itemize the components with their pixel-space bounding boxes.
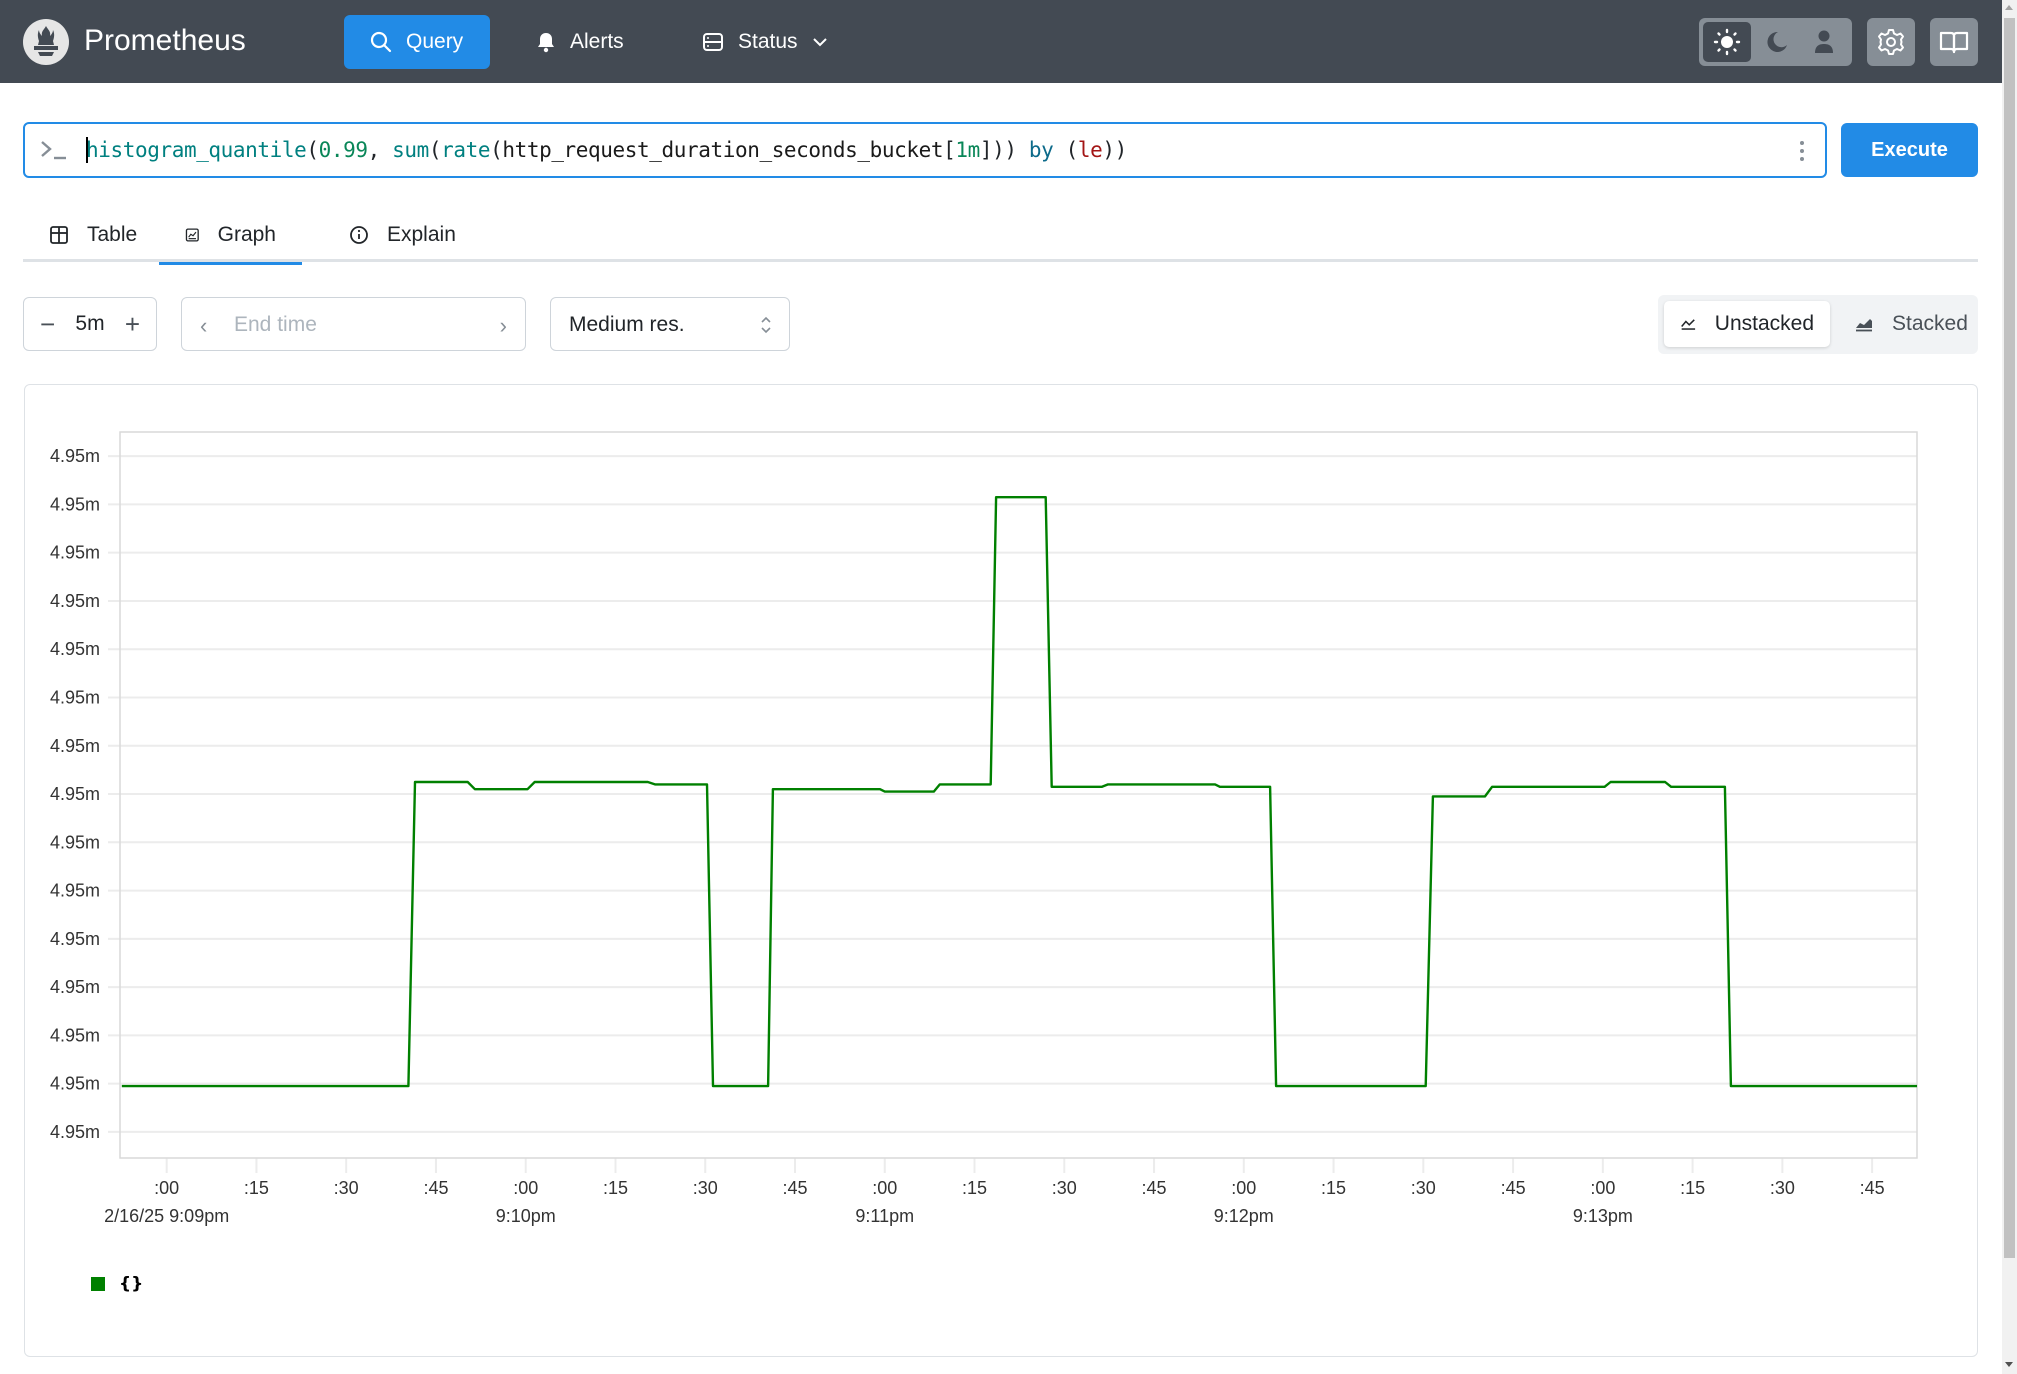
bell-icon (538, 33, 554, 53)
stacked-button[interactable]: Stacked (1838, 301, 1984, 347)
sun-icon (1713, 28, 1741, 56)
chevron-right-icon[interactable]: › (500, 313, 507, 339)
resolution-value: Medium res. (569, 313, 685, 336)
chevron-up-down-icon (761, 316, 771, 334)
chevron-left-icon[interactable]: ‹ (200, 313, 207, 339)
query-token-punc: ])) (979, 138, 1029, 162)
nav-alerts-label: Alerts (570, 30, 624, 53)
prometheus-logo-icon[interactable] (23, 19, 69, 65)
nav-status-label: Status (738, 30, 798, 53)
decrease-range-button[interactable]: − (40, 311, 55, 337)
query-token-punc: ( (306, 138, 319, 162)
nav-status[interactable]: Status (676, 15, 854, 69)
search-icon (370, 31, 392, 53)
gear-icon (1878, 29, 1904, 55)
documentation-button[interactable] (1930, 18, 1978, 66)
execute-button[interactable]: Execute (1841, 123, 1978, 177)
moon-icon (1767, 31, 1787, 52)
query-token-label: le (1077, 138, 1103, 162)
top-navbar: Prometheus Query Alerts Status (0, 0, 2002, 83)
scroll-up-arrow-icon[interactable] (2005, 5, 2013, 10)
query-token-punc: [ (943, 138, 956, 162)
tab-graph[interactable]: Graph (159, 208, 302, 265)
query-token-punc: ( (1053, 138, 1079, 162)
query-expression[interactable]: histogram_quantile(0.99, sum(rate(http_r… (86, 136, 1127, 164)
query-token-kw: by (1028, 138, 1054, 162)
query-input[interactable]: histogram_quantile(0.99, sum(rate(http_r… (23, 122, 1827, 178)
query-token-num: 0.99 (318, 138, 368, 162)
increase-range-button[interactable]: + (125, 311, 140, 337)
nav-alerts[interactable]: Alerts (510, 15, 650, 69)
theme-auto-button[interactable] (1800, 22, 1848, 62)
stacked-label: Stacked (1892, 312, 1968, 335)
chevron-down-icon (812, 38, 827, 47)
range-value[interactable]: 5m (75, 312, 104, 336)
query-token-fn: histogram_quantile (86, 138, 307, 162)
result-tabs: Table Graph Explain (23, 208, 1978, 265)
line-chart-icon (1681, 319, 1696, 330)
scrollbar-thumb[interactable] (2004, 18, 2015, 1258)
query-token-fn: sum (392, 138, 429, 162)
unstacked-button[interactable]: Unstacked (1664, 301, 1830, 347)
query-token-punc: , (367, 138, 393, 162)
server-icon (703, 33, 723, 51)
query-token-punc: ( (428, 138, 442, 162)
user-icon (1815, 30, 1833, 53)
page-scrollbar[interactable] (2002, 0, 2017, 1374)
settings-button[interactable] (1867, 18, 1915, 66)
tab-explain-label: Explain (387, 223, 456, 246)
brand-title[interactable]: Prometheus (84, 20, 246, 62)
query-token-dur: 1m (955, 138, 980, 162)
area-chart-icon (1856, 319, 1872, 332)
terminal-prompt-icon (41, 141, 66, 160)
graph-icon (185, 228, 199, 242)
stack-mode-toggle: Unstacked Stacked (1658, 295, 1978, 354)
tab-table[interactable]: Table (23, 208, 163, 262)
query-token-punc: )) (1102, 138, 1127, 162)
nav-query[interactable]: Query (344, 15, 490, 69)
unstacked-label: Unstacked (1714, 312, 1814, 335)
scroll-down-arrow-icon[interactable] (2005, 1362, 2013, 1367)
query-token-punc: ( (490, 138, 503, 162)
graph-panel (24, 384, 1978, 1357)
theme-light-button[interactable] (1703, 22, 1751, 62)
query-token-metric: http_request_duration_seconds_bucket (502, 138, 944, 162)
info-icon (350, 226, 368, 244)
tab-explain[interactable]: Explain (323, 208, 482, 262)
resolution-select[interactable]: Medium res. (550, 297, 790, 351)
query-options-menu-icon[interactable] (1799, 141, 1805, 161)
theme-dark-button[interactable] (1752, 22, 1800, 62)
end-time-control: ‹ End time › (181, 297, 526, 351)
query-token-fn: rate (441, 138, 491, 162)
theme-switcher (1699, 18, 1852, 66)
nav-query-label: Query (406, 30, 464, 53)
tab-graph-label: Graph (217, 223, 276, 246)
end-time-input[interactable]: End time (234, 313, 317, 337)
tab-table-label: Table (87, 223, 138, 246)
range-input: − 5m + (23, 297, 157, 351)
legend-swatch[interactable] (91, 1277, 105, 1291)
book-open-icon (1939, 31, 1969, 54)
legend-label[interactable]: {} (119, 1274, 143, 1294)
chart-legend: {} (91, 1274, 143, 1294)
table-icon (50, 226, 68, 244)
